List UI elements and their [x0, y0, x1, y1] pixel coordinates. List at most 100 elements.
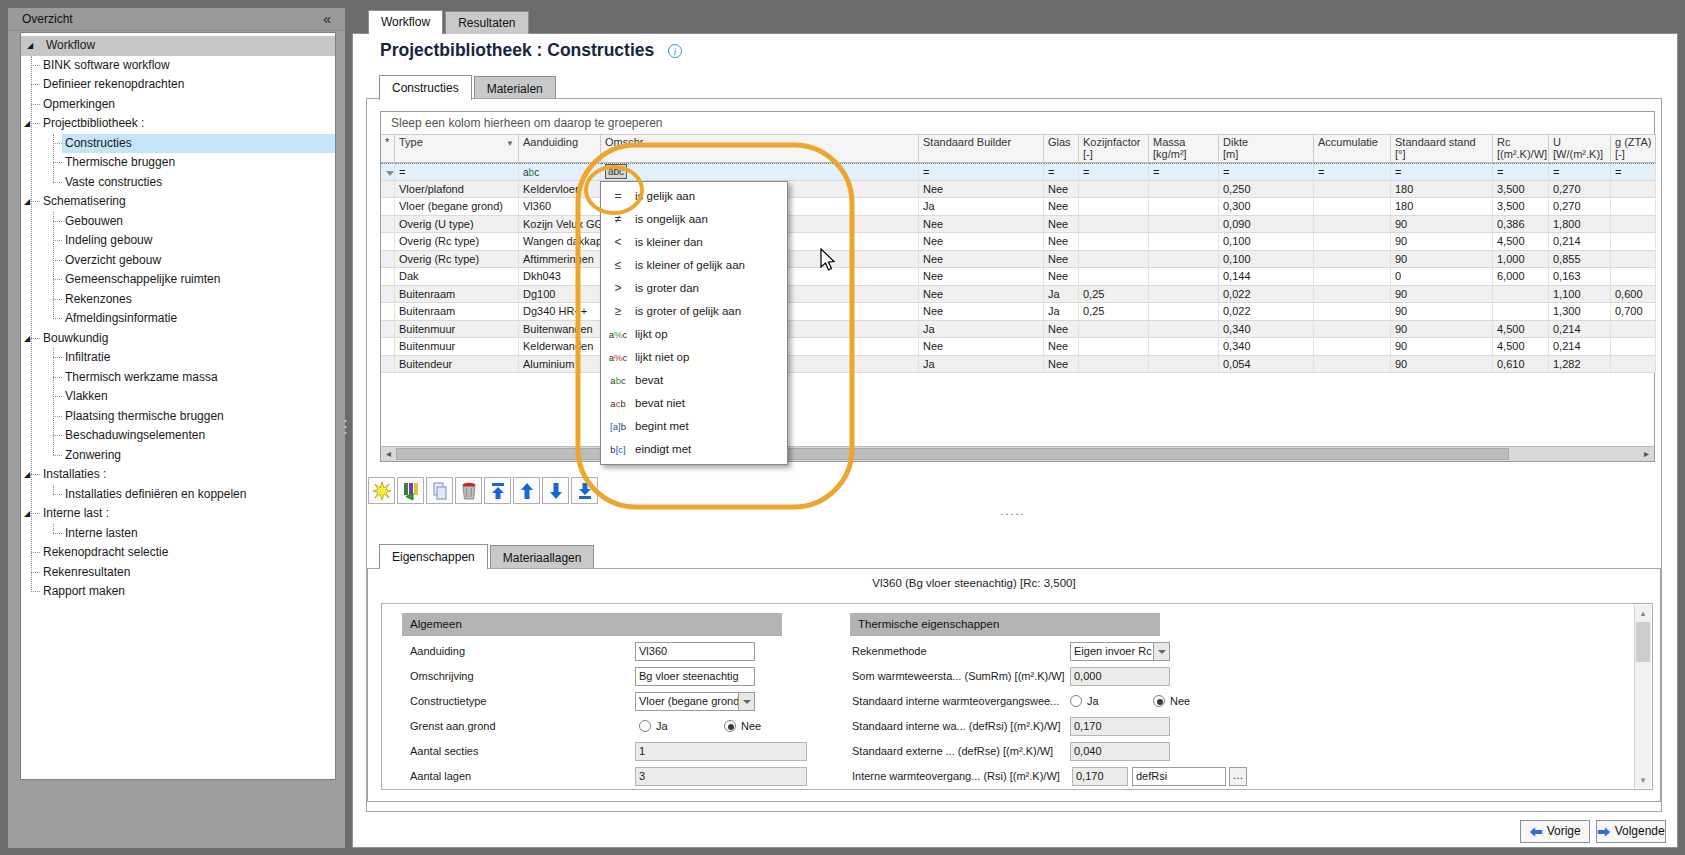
expand-icon[interactable]: ◢: [24, 329, 30, 349]
expand-icon[interactable]: ◢: [24, 465, 30, 485]
table-row[interactable]: Overig (Rc type)Wangen dakkapelNeeNee0,1…: [381, 233, 1656, 251]
filter-cell-aanduiding[interactable]: abc: [519, 163, 601, 181]
import-from-library-button[interactable]: [397, 477, 424, 504]
scroll-down-icon[interactable]: ▾: [1635, 772, 1651, 788]
expand-icon[interactable]: ◢: [24, 114, 30, 134]
main-tab-resultaten[interactable]: Resultaten: [445, 11, 528, 34]
scroll-up-icon[interactable]: ▴: [1635, 605, 1651, 621]
tree-item-bouwkundig[interactable]: ◢Bouwkundig: [21, 329, 335, 349]
col-header-type[interactable]: Type▼: [395, 134, 519, 163]
filter-menu-item-is-kleiner-of-gelijk-aan[interactable]: ≤is kleiner of gelijk aan: [601, 254, 787, 277]
tree-item-interne-last[interactable]: ◢Interne last :: [21, 504, 335, 524]
move-to-bottom-button[interactable]: [571, 477, 598, 504]
col-header-g-zta[interactable]: g (ZTA)[-]: [1611, 134, 1656, 163]
filter-menu-item-bevat[interactable]: abcbevat: [601, 369, 787, 392]
som-warmteweersta-sumrm-m-k-w-field[interactable]: 0,000: [1070, 667, 1170, 686]
tree-item-installaties[interactable]: ◢Installaties :: [21, 465, 335, 485]
tree-item-workflow[interactable]: ◢Workflow: [21, 36, 335, 56]
filter-menu-item-lijkt-niet-op[interactable]: a%clijkt niet op: [601, 346, 787, 369]
table-row[interactable]: Overig (Rc type)AftimmeringenNeeNee0,100…: [381, 251, 1656, 269]
horizontal-scrollbar[interactable]: ◂ ▸: [381, 446, 1654, 461]
chevron-down-icon[interactable]: [1153, 643, 1169, 660]
tree-item-bink-software-workflow[interactable]: BINK software workflow: [21, 56, 335, 76]
chevron-down-icon[interactable]: [738, 693, 754, 710]
standaard-interne-warmteovergangswee-radio-ja[interactable]: Ja: [1070, 692, 1099, 711]
ellipsis-button[interactable]: …: [1229, 767, 1247, 786]
filter-menu-item-lijkt-op[interactable]: a%clijkt op: [601, 323, 787, 346]
aantal-lagen-field[interactable]: 3: [635, 767, 807, 786]
filter-menu-item-bevat-niet[interactable]: acbbevat niet: [601, 392, 787, 415]
filter-type-button[interactable]: abc: [605, 164, 627, 179]
filter-cell-kozijnfactor[interactable]: =: [1079, 163, 1149, 181]
tree-item-opmerkingen[interactable]: Opmerkingen: [21, 95, 335, 115]
col-header-aanduiding[interactable]: Aanduiding: [519, 134, 601, 163]
table-row[interactable]: BuitenmuurKelderwandenNeeNee0,340904,500…: [381, 338, 1656, 356]
detail-tab-materiaallagen[interactable]: Materiaallagen: [490, 545, 595, 569]
tab-constructies[interactable]: Constructies: [379, 75, 472, 100]
aanduiding-field[interactable]: Vl360: [635, 642, 755, 661]
tree-item-constructies[interactable]: Constructies: [21, 134, 335, 154]
tree-item-schematisering[interactable]: ◢Schematisering: [21, 192, 335, 212]
tree-item-gebouwen[interactable]: Gebouwen: [21, 212, 335, 232]
filter-cell-glas[interactable]: =: [1044, 163, 1079, 181]
move-to-top-button[interactable]: [484, 477, 511, 504]
tab-materialen[interactable]: Materialen: [474, 76, 556, 100]
new-item-button[interactable]: [368, 477, 395, 504]
aantal-secties-field[interactable]: 1: [635, 742, 807, 761]
table-row[interactable]: BuitenmuurBuitenwandenJaNee0,340904,5000…: [381, 321, 1656, 339]
filter-menu-item-is-groter-of-gelijk-aan[interactable]: ≥is groter of gelijk aan: [601, 300, 787, 323]
filter-cell-type[interactable]: =: [395, 163, 519, 181]
tree-item-afmeldingsinformatie[interactable]: Afmeldingsinformatie: [21, 309, 335, 329]
filter-cell-dikte[interactable]: =: [1219, 163, 1314, 181]
table-row[interactable]: Vloer (begane grond)Vl360JaNee0,3001803,…: [381, 198, 1656, 216]
filter-cell-accumulatie[interactable]: =: [1314, 163, 1391, 181]
col-header-kozijnfactor[interactable]: Kozijnfactor[-]: [1079, 134, 1149, 163]
omschrijving-field[interactable]: Bg vloer steenachtig: [635, 667, 755, 686]
col-header-u[interactable]: U[W/(m².K)]: [1549, 134, 1611, 163]
tree-item-beschaduwingselementen[interactable]: Beschaduwingselementen: [21, 426, 335, 446]
standaard-externe-defrse-m-k-w-field[interactable]: 0,040: [1070, 742, 1170, 761]
filter-menu-item-is-ongelijk-aan[interactable]: ≠is ongelijk aan: [601, 208, 787, 231]
filter-cell-rc[interactable]: =: [1493, 163, 1549, 181]
table-row[interactable]: Overig (U type)Kozijn Velux GGLNeeNee0,0…: [381, 216, 1656, 234]
filter-menu-item-is-kleiner-dan[interactable]: <is kleiner dan: [601, 231, 787, 254]
col-header-massa[interactable]: Massa[kg/m²]: [1149, 134, 1219, 163]
col-header-rc[interactable]: Rc[(m².K)/W]: [1493, 134, 1549, 163]
copy-button[interactable]: [426, 477, 453, 504]
filter-cell-g-zta[interactable]: =: [1611, 163, 1656, 181]
filter-menu-item-is-groter-dan[interactable]: >is groter dan: [601, 277, 787, 300]
filter-cell-standaard-stand[interactable]: =: [1391, 163, 1493, 181]
table-row[interactable]: BuitenraamDg100NeeJa0,250,022901,1000,60…: [381, 286, 1656, 304]
tree-item-plaatsing-thermische-bruggen[interactable]: Plaatsing thermische bruggen: [21, 407, 335, 427]
previous-button[interactable]: Vorige: [1520, 820, 1590, 843]
filter-menu-item-is-gelijk-aan[interactable]: =is gelijk aan: [601, 185, 787, 208]
grenst-aan-grond-radio-ja[interactable]: Ja: [639, 717, 668, 736]
col-header-accumulatie[interactable]: Accumulatie: [1314, 134, 1391, 163]
tree-item-rekenzones[interactable]: Rekenzones: [21, 290, 335, 310]
filter-menu-item-eindigt-met[interactable]: b[c]eindigt met: [601, 438, 787, 461]
col-header-dikte[interactable]: Dikte[m]: [1219, 134, 1314, 163]
next-button[interactable]: Volgende: [1596, 820, 1666, 843]
col-header-standaard-builder[interactable]: Standaard Builder: [919, 134, 1044, 163]
tree-item-indeling-gebouw[interactable]: Indeling gebouw: [21, 231, 335, 251]
tree-item-rapport-maken[interactable]: Rapport maken: [21, 582, 335, 602]
interne-warmteovergang-rsi-m-k-w-ref-field[interactable]: defRsi: [1132, 767, 1226, 786]
scroll-right-icon[interactable]: ▸: [1639, 447, 1654, 461]
tree-item-zonwering[interactable]: Zonwering: [21, 446, 335, 466]
expand-icon[interactable]: ◢: [24, 192, 30, 212]
tree-item-gemeenschappelijke-ruimten[interactable]: Gemeenschappelijke ruimten: [21, 270, 335, 290]
tree-item-definieer-rekenopdrachten[interactable]: Definieer rekenopdrachten: [21, 75, 335, 95]
detail-tab-eigenschappen[interactable]: Eigenschappen: [379, 544, 488, 569]
table-row[interactable]: DakDkh043NeeNee0,14406,0000,163: [381, 268, 1656, 286]
interne-warmteovergang-rsi-m-k-w-value-field[interactable]: 0,170: [1072, 767, 1128, 786]
tree-item-interne-lasten[interactable]: Interne lasten: [21, 524, 335, 544]
filter-cell-massa[interactable]: =: [1149, 163, 1219, 181]
info-icon[interactable]: i: [668, 44, 682, 58]
scroll-left-icon[interactable]: ◂: [381, 447, 396, 461]
tree-item-rekenopdracht-selectie[interactable]: Rekenopdracht selectie: [21, 543, 335, 563]
tree-item-overzicht-gebouw[interactable]: Overzicht gebouw: [21, 251, 335, 271]
tree-item-vlakken[interactable]: Vlakken: [21, 387, 335, 407]
col-header-standaard-stand[interactable]: Standaard stand[°]: [1391, 134, 1493, 163]
move-up-button[interactable]: [513, 477, 540, 504]
expand-icon[interactable]: ◢: [24, 504, 30, 524]
